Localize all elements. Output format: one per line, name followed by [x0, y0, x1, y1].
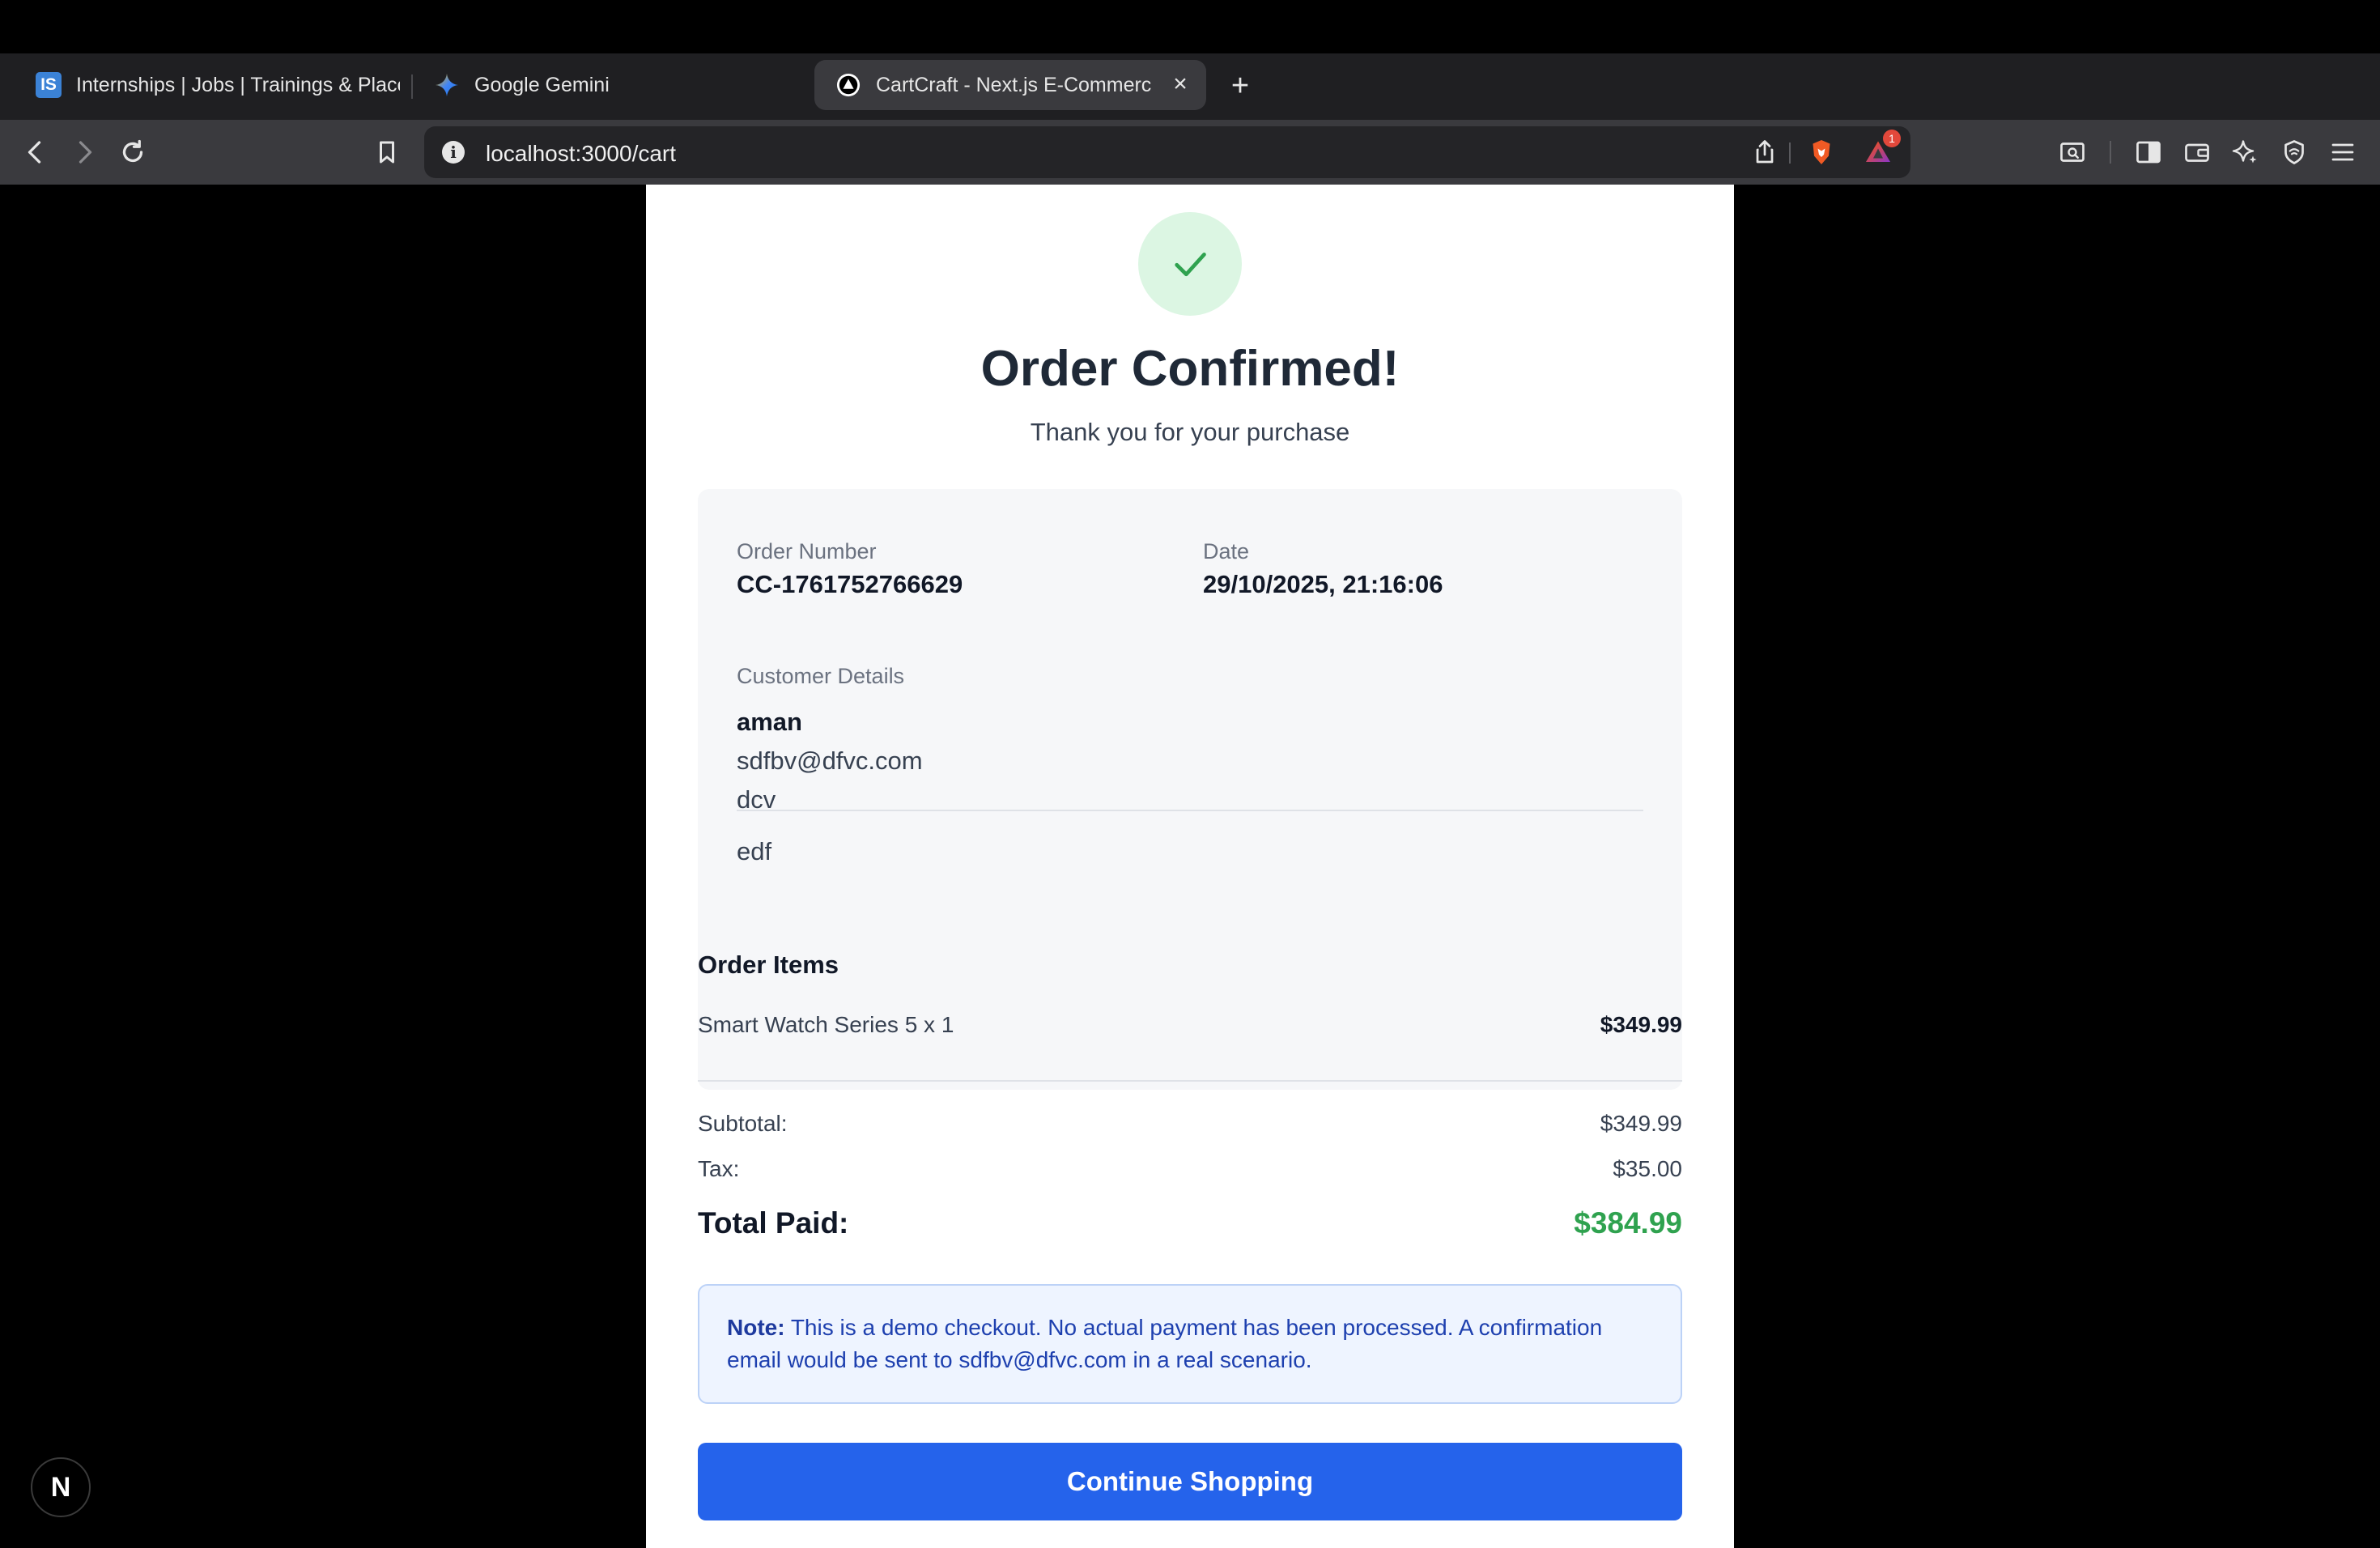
subtotal-value: $349.99 [1600, 1111, 1682, 1136]
page-title: Order Confirmed! [980, 341, 1400, 397]
demo-note: Note: This is a demo checkout. No actual… [698, 1284, 1682, 1404]
share-icon[interactable] [1749, 136, 1781, 168]
url-text: localhost:3000/cart [486, 141, 677, 166]
total-label: Total Paid: [698, 1206, 849, 1240]
order-item-price: $349.99 [1600, 1012, 1682, 1037]
tax-value: $35.00 [1613, 1156, 1682, 1181]
reload-icon[interactable] [117, 136, 149, 168]
note-label: Note: [727, 1315, 785, 1340]
new-tab-icon[interactable]: + [1224, 69, 1256, 103]
close-tab-icon[interactable]: × [1166, 70, 1195, 99]
customer-address-line1: dcv [737, 785, 776, 814]
tab-gemini[interactable]: Google Gemini [434, 60, 774, 110]
internshala-logo-icon: IS [36, 72, 62, 98]
menu-icon[interactable] [2327, 136, 2359, 168]
address-bar[interactable]: i localhost:3000/cart 1 [424, 126, 1910, 178]
subtotal-label: Subtotal: [698, 1111, 788, 1136]
brave-rewards-icon[interactable]: 1 [1862, 130, 1901, 168]
date-value: 29/10/2025, 21:16:06 [1203, 570, 1443, 598]
notification-badge: 1 [1883, 130, 1901, 147]
screen: IS Internships | Jobs | Trainings & Plac… [0, 0, 2380, 1548]
gemini-sparkle-icon [434, 72, 460, 98]
toolbar-separator [2110, 141, 2111, 164]
order-number-label: Order Number [737, 539, 877, 563]
page-subtitle: Thank you for your purchase [1030, 418, 1350, 446]
order-details-panel: Order Number CC-1761752766629 Date 29/10… [698, 489, 1682, 1090]
wallet-icon[interactable] [2181, 136, 2213, 168]
checkmark-icon [1175, 253, 1206, 277]
tab-internshala[interactable]: IS Internships | Jobs | Trainings & Plac… [36, 60, 400, 110]
forward-icon[interactable] [68, 136, 100, 168]
continue-shopping-button[interactable]: Continue Shopping [698, 1443, 1682, 1520]
customer-details-label: Customer Details [737, 664, 905, 688]
customer-name: aman [737, 708, 802, 736]
items-divider [698, 1080, 1682, 1082]
nextjs-logo-icon: N [50, 1471, 71, 1503]
internshala-logo-text: IS [36, 72, 62, 98]
date-label: Date [1203, 539, 1250, 563]
tab-bar: IS Internships | Jobs | Trainings & Plac… [0, 53, 2380, 120]
reader-mode-icon[interactable] [2056, 136, 2089, 168]
vercel-triangle-icon [835, 72, 861, 98]
order-item-name: Smart Watch Series 5 x 1 [698, 1012, 954, 1037]
tab-cartcraft[interactable]: CartCraft - Next.js E-Commerce × [814, 60, 1206, 110]
order-number-value: CC-1761752766629 [737, 570, 963, 598]
vpn-shield-icon[interactable] [2278, 136, 2310, 168]
sidebar-icon[interactable] [2132, 136, 2165, 168]
tax-label: Tax: [698, 1156, 740, 1181]
note-text: This is a demo checkout. No actual payme… [727, 1315, 1603, 1372]
customer-email: sdfbv@dfvc.com [737, 746, 923, 775]
url-separator [1789, 142, 1791, 164]
site-info-icon[interactable]: i [442, 141, 465, 164]
page-viewport: Order Confirmed! Thank you for your purc… [0, 185, 2380, 1548]
order-confirmation-card: Order Confirmed! Thank you for your purc… [646, 185, 1734, 1548]
success-badge [1138, 212, 1242, 316]
brave-shields-icon[interactable] [1805, 136, 1838, 168]
customer-address-line2: edf [737, 837, 772, 865]
tab-title: Internships | Jobs | Trainings & Placeme… [76, 73, 400, 96]
nextjs-dev-indicator[interactable]: N [31, 1457, 91, 1517]
tab-title: CartCraft - Next.js E-Commerce [876, 73, 1151, 96]
bookmark-icon[interactable] [371, 136, 403, 168]
details-divider [737, 810, 1643, 811]
total-value: $384.99 [1574, 1206, 1682, 1240]
back-icon[interactable] [19, 136, 52, 168]
browser-toolbar: i localhost:3000/cart 1 [0, 120, 2380, 185]
leo-ai-icon[interactable] [2229, 136, 2262, 168]
tab-title: Google Gemini [474, 73, 610, 96]
order-items-heading: Order Items [698, 950, 839, 979]
tab-separator [411, 74, 413, 99]
